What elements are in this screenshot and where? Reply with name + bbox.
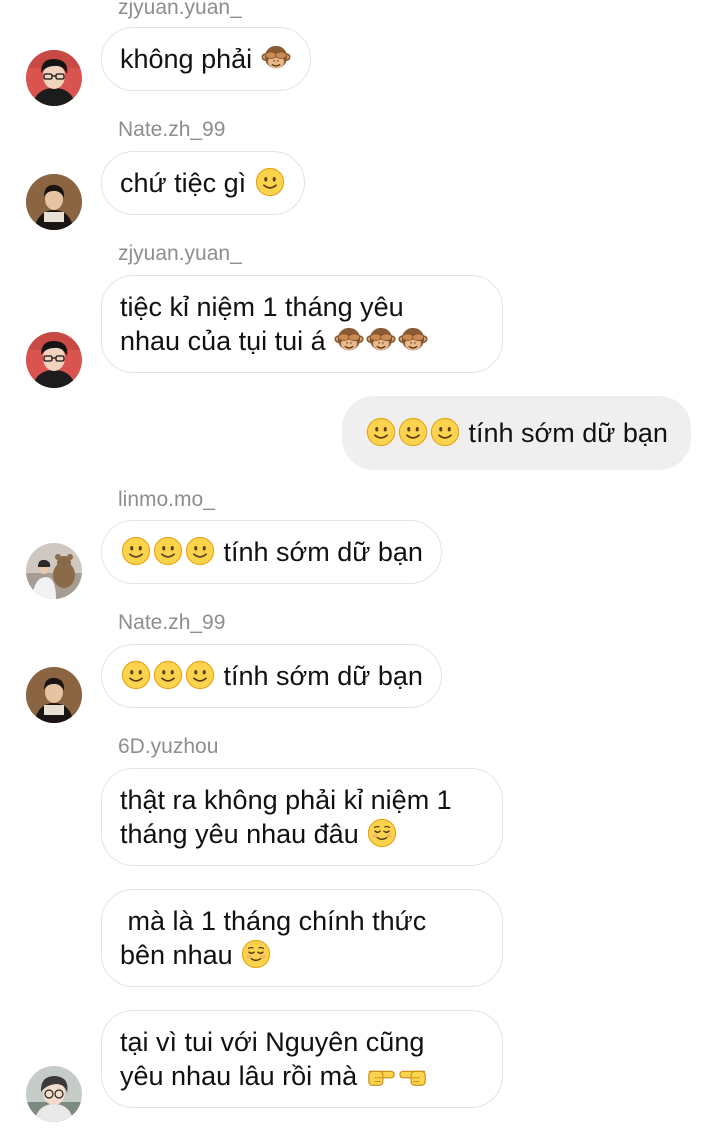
message-text-line: bên nhau xyxy=(120,940,233,970)
outgoing-message-bubble[interactable]: tính sớm dữ bạn xyxy=(342,396,691,470)
sender-name: Nate.zh_99 xyxy=(118,118,226,141)
pointing-left-hand-icon xyxy=(398,1060,428,1090)
sender-name: zjyuan.yuan_ xyxy=(118,0,242,19)
smile-emoji-icon xyxy=(121,536,151,566)
pointing-right-hand-icon xyxy=(366,1060,396,1090)
smile-emoji-icon xyxy=(430,417,460,447)
message-text-line: tháng yêu nhau đâu xyxy=(120,819,359,849)
message-text: chứ tiệc gì xyxy=(120,168,247,198)
message-bubble[interactable]: tiệc kỉ niệm 1 tháng yêu nhau của tụi tu… xyxy=(101,275,503,373)
message-text-line: tiệc kỉ niệm 1 tháng yêu xyxy=(120,292,404,322)
smile-emoji-icon xyxy=(255,167,285,197)
smile-emoji-icon xyxy=(398,417,428,447)
smile-emoji-icon xyxy=(185,660,215,690)
message-bubble[interactable]: mà là 1 tháng chính thức bên nhau xyxy=(101,889,503,987)
message-bubble[interactable]: tính sớm dữ bạn xyxy=(101,520,442,584)
smile-emoji-icon xyxy=(121,660,151,690)
message-bubble[interactable]: chứ tiệc gì xyxy=(101,151,305,215)
message-text-line: yêu nhau lâu rồi mà xyxy=(120,1061,358,1091)
smile-emoji-icon xyxy=(153,536,183,566)
avatar[interactable] xyxy=(26,1066,82,1122)
message-text: tính sớm dữ bạn xyxy=(223,661,423,691)
message-bubble[interactable]: tại vì tui với Nguyên cũng yêu nhau lâu … xyxy=(101,1010,503,1108)
see-no-evil-monkey-icon xyxy=(398,325,428,355)
avatar[interactable] xyxy=(26,50,82,106)
message-text-line: tại vì tui với Nguyên cũng xyxy=(120,1027,425,1057)
avatar[interactable] xyxy=(26,332,82,388)
sender-name: 6D.yuzhou xyxy=(118,735,219,758)
avatar[interactable] xyxy=(26,667,82,723)
relieved-face-icon xyxy=(367,818,397,848)
message-text-line: nhau của tụi tui á xyxy=(120,326,326,356)
see-no-evil-monkey-icon xyxy=(334,325,364,355)
message-bubble[interactable]: tính sớm dữ bạn xyxy=(101,644,442,708)
see-no-evil-monkey-icon xyxy=(366,325,396,355)
message-bubble[interactable]: thật ra không phải kỉ niệm 1 tháng yêu n… xyxy=(101,768,503,866)
smile-emoji-icon xyxy=(153,660,183,690)
message-text: tính sớm dữ bạn xyxy=(223,537,423,567)
message-text-line: thật ra không phải kỉ niệm 1 xyxy=(120,785,452,815)
see-no-evil-monkey-icon xyxy=(261,43,291,73)
relieved-face-icon xyxy=(241,939,271,969)
sender-name: zjyuan.yuan_ xyxy=(118,242,242,265)
avatar[interactable] xyxy=(26,543,82,599)
avatar[interactable] xyxy=(26,174,82,230)
message-bubble[interactable]: không phải xyxy=(101,27,311,91)
sender-name: Nate.zh_99 xyxy=(118,611,226,634)
smile-emoji-icon xyxy=(366,417,396,447)
message-text: tính sớm dữ bạn xyxy=(468,418,668,448)
message-text: không phải xyxy=(120,44,253,74)
smile-emoji-icon xyxy=(185,536,215,566)
message-text-line: mà là 1 tháng chính thức xyxy=(120,906,427,936)
sender-name: linmo.mo_ xyxy=(118,488,215,511)
